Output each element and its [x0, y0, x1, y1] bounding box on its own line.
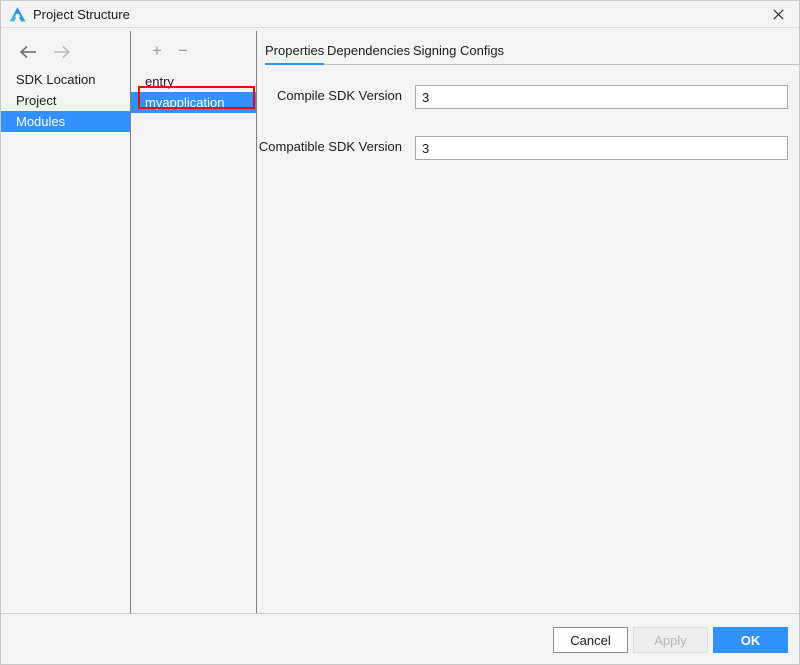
compatible-sdk-version-label: Compatible SDK Version — [258, 139, 402, 154]
sidebar-item-modules[interactable]: Modules — [1, 111, 130, 132]
tab-dependencies[interactable]: Dependencies — [327, 38, 410, 64]
ok-button-label: OK — [740, 632, 761, 648]
sidebar-nav-arrows — [15, 39, 95, 65]
modules-panel: + − entry myapplication — [131, 29, 256, 613]
content-panel: Properties Dependencies Signing Configs … — [257, 29, 799, 613]
tab-underline-track — [265, 64, 799, 65]
cancel-button[interactable]: Cancel — [553, 627, 628, 653]
cancel-button-label: Cancel — [570, 632, 611, 648]
title-bar: Project Structure — [1, 1, 799, 28]
remove-module-button[interactable]: − — [171, 39, 195, 63]
module-item-label: myapplication — [145, 95, 225, 110]
form-row-compile-sdk-version: Compile SDK Version — [257, 85, 799, 109]
sidebar-item-label: Modules — [16, 114, 66, 129]
project-structure-dialog: Project Structure SDK Location Project M… — [0, 0, 800, 665]
sidebar-item-sdk-location[interactable]: SDK Location — [1, 69, 130, 90]
page-title: Project Structure — [33, 7, 130, 22]
minus-icon: − — [178, 41, 188, 60]
tab-label: Signing Configs — [413, 43, 505, 58]
tab-label: Properties — [265, 43, 325, 58]
sidebar-list: SDK Location Project Modules — [1, 69, 130, 132]
arrow-right-icon — [53, 45, 70, 59]
compile-sdk-version-label: Compile SDK Version — [277, 88, 402, 103]
ok-button[interactable]: OK — [713, 627, 788, 653]
plus-icon: + — [152, 41, 162, 60]
sidebar: SDK Location Project Modules — [1, 29, 130, 613]
back-button[interactable] — [15, 39, 41, 65]
sidebar-item-label: Project — [16, 93, 57, 108]
apply-button: Apply — [633, 627, 708, 653]
close-button[interactable] — [755, 1, 799, 27]
active-tab-indicator — [265, 63, 324, 65]
form-row-compatible-sdk-version: Compatible SDK Version — [257, 136, 799, 160]
tab-label: Dependencies — [327, 43, 411, 58]
sidebar-item-label: SDK Location — [16, 72, 96, 87]
tab-strip: Properties Dependencies Signing Configs — [257, 38, 799, 67]
close-icon — [772, 8, 784, 20]
modules-toolbar: + − — [131, 39, 256, 63]
modules-list: entry myapplication — [131, 71, 256, 113]
tab-signing-configs[interactable]: Signing Configs — [413, 38, 504, 64]
module-item-myapplication[interactable]: myapplication — [131, 92, 256, 113]
compile-sdk-version-input[interactable] — [415, 85, 788, 109]
tab-properties[interactable]: Properties — [265, 38, 324, 64]
sidebar-item-project[interactable]: Project — [1, 90, 130, 111]
add-module-button[interactable]: + — [145, 39, 169, 63]
module-item-label: entry — [145, 74, 174, 89]
apply-button-label: Apply — [654, 632, 687, 648]
forward-button[interactable] — [48, 39, 74, 65]
dialog-button-bar: Cancel Apply OK — [1, 613, 799, 664]
compatible-sdk-version-input[interactable] — [415, 136, 788, 160]
arrow-left-icon — [19, 45, 36, 59]
module-item-entry[interactable]: entry — [131, 71, 256, 92]
deveco-triangle-icon — [8, 5, 27, 24]
